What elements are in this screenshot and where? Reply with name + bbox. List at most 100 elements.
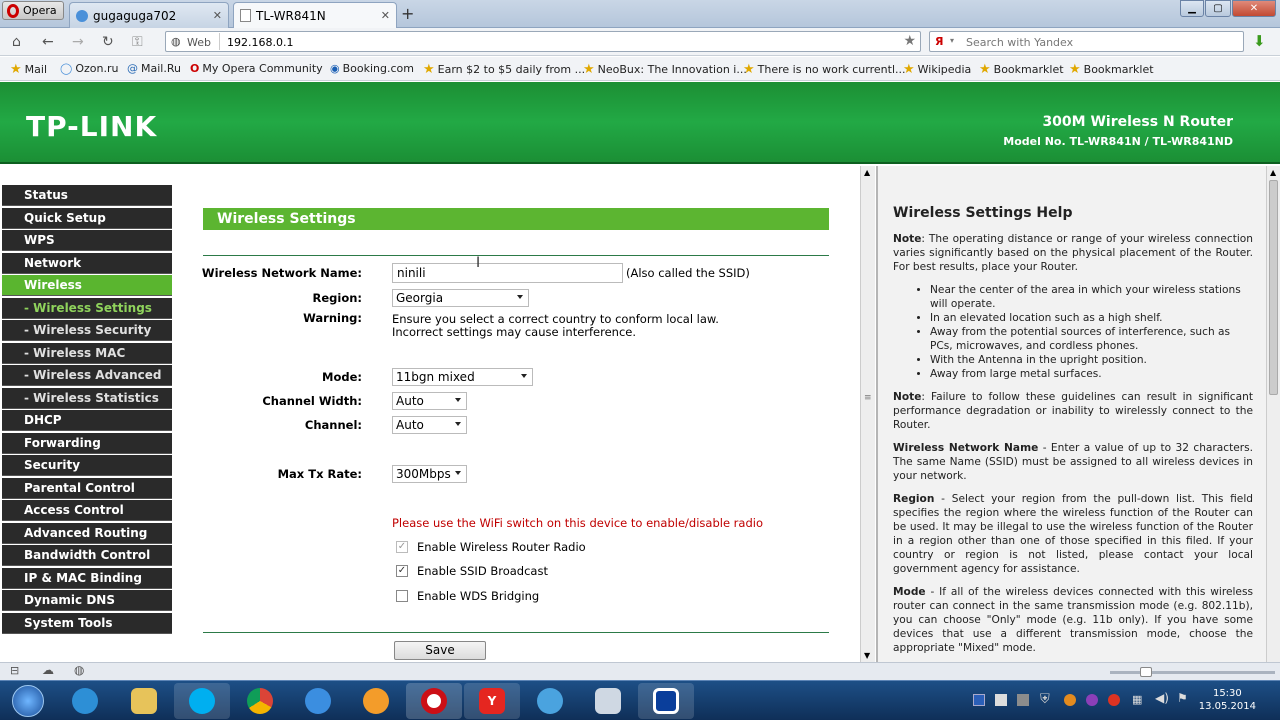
back-icon[interactable]: ← — [42, 34, 54, 50]
folder-icon — [131, 688, 157, 714]
sidebar-item[interactable]: Network — [2, 252, 172, 274]
opera-icon: O — [190, 62, 200, 75]
tray-icon[interactable] — [1064, 694, 1076, 706]
enable-ssid-broadcast-checkbox[interactable]: ✓ — [396, 565, 408, 577]
tray-icon[interactable] — [1086, 694, 1098, 706]
tray-icon[interactable] — [995, 694, 1007, 706]
taskbar-app[interactable] — [406, 683, 462, 719]
taskbar-app[interactable] — [522, 683, 578, 719]
tab-tl-wr841n[interactable]: TL-WR841N ✕ — [233, 2, 397, 28]
sidebar-item[interactable]: Security — [2, 455, 172, 476]
sidebar-item[interactable]: DHCP — [2, 410, 172, 431]
scroll-grip-icon[interactable]: ≡ — [864, 393, 872, 403]
sidebar-item[interactable]: Bandwidth Control — [2, 545, 172, 566]
address-bar[interactable]: ◍ Web 192.168.0.1 ★ — [165, 31, 921, 52]
tray-icon[interactable] — [1017, 694, 1029, 706]
main-scrollbar[interactable]: ▲ ≡ ▼ — [860, 166, 875, 662]
sidebar-item[interactable]: Access Control — [2, 500, 172, 521]
taskbar-app[interactable] — [116, 683, 172, 719]
sidebar-item[interactable]: - Wireless Security — [2, 320, 172, 341]
close-tab-icon[interactable]: ✕ — [213, 9, 222, 22]
close-tab-icon[interactable]: ✕ — [381, 9, 390, 22]
enable-radio-checkbox[interactable]: ✓ — [396, 541, 408, 553]
search-box[interactable]: Я ▾ Search with Yandex — [929, 31, 1244, 52]
region-select[interactable]: Georgia — [392, 289, 529, 307]
help-scrollbar[interactable]: ▲ — [1266, 166, 1280, 662]
sidebar-item[interactable]: Status — [2, 185, 172, 206]
sidebar-item[interactable]: - Wireless Settings — [2, 297, 172, 319]
shield-icon[interactable]: ⛨ — [1040, 692, 1050, 707]
taskbar-app[interactable] — [348, 683, 404, 719]
save-button[interactable]: Save — [394, 641, 486, 660]
flag-icon[interactable]: ⚑ — [1177, 691, 1188, 705]
sidebar-item[interactable]: Wireless — [2, 275, 172, 296]
taskbar-app[interactable] — [174, 683, 230, 719]
bookmark-star-icon[interactable]: ★ — [903, 33, 916, 49]
channel-select[interactable]: Auto — [392, 416, 467, 434]
sidebar-item[interactable]: WPS — [2, 230, 172, 251]
bookmark-item[interactable]: ◉ Booking.com — [330, 62, 414, 75]
bookmark-item[interactable]: ★ Wikipedia — [903, 62, 971, 77]
sidebar-item[interactable]: Quick Setup — [2, 207, 172, 229]
tab-title: gugaguga702 — [93, 8, 177, 23]
zoom-slider-thumb[interactable] — [1140, 667, 1152, 677]
home-icon[interactable]: ⌂ — [12, 34, 21, 50]
bookmark-item[interactable]: ★ Earn $2 to $5 daily from ... — [423, 62, 585, 77]
sidebar-item[interactable]: System Tools — [2, 612, 172, 634]
bookmark-item[interactable]: ◯ Ozon.ru — [60, 62, 118, 75]
scroll-up-icon[interactable]: ▲ — [864, 168, 870, 177]
max-tx-rate-select[interactable]: 300Mbps — [392, 465, 467, 483]
tray-icon[interactable]: ▦ — [1132, 693, 1142, 706]
sidebar-item[interactable]: Advanced Routing — [2, 522, 172, 544]
new-tab-icon[interactable]: + — [401, 4, 414, 23]
minimize-icon[interactable]: ▁ — [1180, 0, 1204, 17]
tab-gugaguga[interactable]: gugaguga702 ✕ — [69, 2, 229, 28]
taskbar-app[interactable] — [290, 683, 346, 719]
speed-dial-icon[interactable]: ◍ — [74, 663, 84, 677]
maximize-icon[interactable]: ▢ — [1205, 0, 1231, 17]
bookmark-label: Mail.Ru — [141, 62, 181, 75]
sidebar-item[interactable]: - Wireless MAC Filtering — [2, 342, 172, 381]
chevron-down-icon — [521, 374, 527, 378]
scroll-up-icon[interactable]: ▲ — [1270, 168, 1276, 177]
sidebar-item[interactable]: Forwarding — [2, 432, 172, 454]
sidebar-item[interactable]: - Wireless Statistics — [2, 387, 172, 409]
forward-icon[interactable]: → — [72, 34, 84, 50]
enable-wds-checkbox[interactable] — [396, 590, 408, 602]
channel-width-select[interactable]: Auto — [392, 392, 467, 410]
taskbar-app[interactable] — [232, 683, 288, 719]
cloud-icon[interactable]: ☁ — [42, 663, 54, 677]
sidebar-item[interactable]: - Wireless Advanced — [2, 365, 172, 386]
sidebar-item[interactable]: Parental Control — [2, 477, 172, 499]
clock[interactable]: 15:30 13.05.2014 — [1199, 687, 1256, 713]
taskbar-app[interactable] — [638, 683, 694, 719]
bookmark-item[interactable]: ★ Mail — [10, 62, 47, 77]
chevron-down-icon[interactable]: ▾ — [950, 36, 954, 45]
taskbar-app[interactable]: Y — [464, 683, 520, 719]
scroll-down-icon[interactable]: ▼ — [864, 651, 870, 660]
download-icon[interactable]: ⬇ — [1253, 32, 1266, 50]
scroll-thumb[interactable] — [1269, 180, 1278, 395]
reload-icon[interactable]: ↻ — [102, 34, 114, 50]
mode-select[interactable]: 11bgn mixed — [392, 368, 533, 386]
ssid-input[interactable]: ninili — [392, 263, 623, 283]
sidebar-item[interactable]: IP & MAC Binding — [2, 567, 172, 589]
tray-icon[interactable] — [973, 694, 985, 706]
taskbar-app[interactable] — [57, 683, 113, 719]
bookmark-item[interactable]: ★ There is no work currentl... — [743, 62, 906, 77]
panel-toggle-icon[interactable]: ⊟ — [10, 664, 19, 677]
bookmark-item[interactable]: O My Opera Community — [190, 62, 323, 75]
sidebar-item[interactable]: Dynamic DNS — [2, 590, 172, 611]
bookmark-item[interactable]: ★ NeoBux: The Innovation i... — [583, 62, 747, 77]
taskbar-app[interactable] — [580, 683, 636, 719]
volume-icon[interactable]: ◀) — [1155, 691, 1169, 705]
close-window-icon[interactable]: ✕ — [1232, 0, 1276, 17]
zoom-slider[interactable] — [1110, 671, 1275, 674]
start-button[interactable] — [0, 683, 55, 719]
opera-menu-button[interactable]: Opera — [2, 1, 64, 20]
bookmark-item[interactable]: ★ Bookmarklet — [1069, 62, 1154, 77]
key-icon[interactable]: ⚿ — [132, 34, 143, 50]
bookmark-item[interactable]: @ Mail.Ru — [127, 62, 181, 75]
tray-icon[interactable] — [1108, 694, 1120, 706]
bookmark-item[interactable]: ★ Bookmarklet — [979, 62, 1064, 77]
